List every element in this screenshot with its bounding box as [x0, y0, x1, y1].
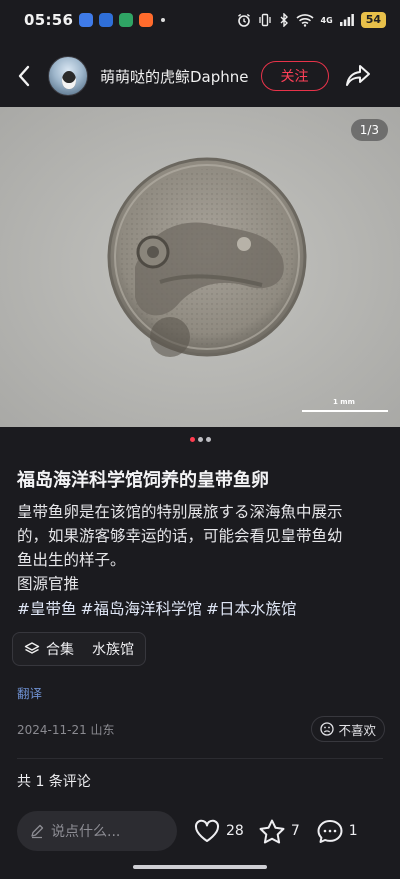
notification-app-icon — [119, 13, 134, 27]
collection-chip[interactable]: 合集 水族馆 — [12, 632, 146, 666]
like-count: 28 — [226, 823, 244, 839]
notification-app-icon — [139, 13, 154, 27]
wifi-icon — [296, 14, 314, 27]
post-image[interactable]: 1/3 1 mm — [0, 107, 400, 427]
favorite-count: 7 — [290, 823, 300, 839]
collection-label: 合集 — [46, 642, 74, 658]
heart-icon — [194, 819, 220, 842]
post-body-line: 鱼出生的样子。 — [17, 551, 126, 569]
post-title: 福岛海洋科学馆饲养的皇带鱼卵 — [17, 470, 269, 491]
carousel-dot-active[interactable] — [189, 437, 195, 442]
chevron-left-icon — [18, 65, 30, 87]
status-bar: 05:56 4G 54 — [0, 0, 400, 40]
alarm-icon — [237, 13, 250, 27]
tag-link[interactable]: #日本水族馆 — [206, 597, 297, 621]
share-button[interactable] — [343, 61, 373, 91]
comment-input-placeholder: 说点什么... — [51, 824, 121, 840]
follow-button[interactable]: 关注 — [260, 61, 329, 91]
pencil-icon — [31, 824, 44, 839]
comment-total: 1 — [348, 823, 358, 839]
chat-bubble-icon — [317, 819, 343, 843]
tag-link[interactable]: #福岛海洋科学馆 — [81, 597, 203, 621]
battery-indicator: 54 — [360, 12, 386, 28]
home-indicator[interactable] — [133, 865, 267, 869]
bluetooth-icon — [280, 13, 288, 27]
status-time: 05:56 — [24, 11, 74, 29]
divider — [17, 758, 383, 759]
more-notifications-dot — [161, 18, 166, 22]
notification-app-icon — [99, 13, 114, 27]
post-body-line: 的，如果游客够幸运的话，可能会看见皇带鱼幼 — [17, 527, 343, 545]
share-icon — [345, 65, 370, 86]
carousel-dot[interactable] — [205, 437, 211, 442]
collection-name: 水族馆 — [92, 642, 134, 658]
carousel-dot[interactable] — [197, 437, 203, 442]
fish-egg-photo — [0, 107, 400, 427]
carousel-dots — [0, 437, 400, 442]
scale-label: 1 mm — [333, 398, 355, 406]
network-type-label: 4G — [320, 15, 333, 25]
status-right: 4G 54 — [237, 12, 386, 28]
notification-app-icon — [79, 13, 94, 27]
post-meta: 2024-11-21 山东 不喜欢 — [17, 716, 385, 742]
tag-link[interactable]: #皇带鱼 — [17, 597, 77, 621]
author-name[interactable]: 萌萌哒的虎鲸Daphne — [100, 66, 249, 87]
image-page-indicator: 1/3 — [350, 119, 388, 141]
translate-link[interactable]: 翻译 — [17, 683, 42, 702]
post-body-line: 皇带鱼卵是在该馆的特别展旅する深海魚中展示 — [17, 503, 343, 521]
vibrate-icon — [258, 13, 271, 27]
bottom-action-bar: 说点什么... 28 7 1 — [0, 806, 400, 856]
tag-list: #皇带鱼 #福岛海洋科学馆 #日本水族馆 — [17, 597, 297, 621]
comment-input[interactable]: 说点什么... — [17, 811, 177, 851]
star-icon — [259, 819, 285, 843]
post-header: 萌萌哒的虎鲸Daphne 关注 — [0, 48, 400, 104]
scale-bar — [302, 410, 388, 412]
post-body-line: 图源官推 — [17, 575, 80, 593]
dislike-label: 不喜欢 — [338, 722, 376, 738]
avatar[interactable] — [48, 56, 88, 96]
post-body: 皇带鱼卵是在该馆的特别展旅する深海魚中展示 的，如果游客够幸运的话，可能会看见皇… — [17, 500, 387, 596]
status-left: 05:56 — [24, 11, 166, 29]
signal-icon — [339, 14, 354, 26]
like-button[interactable]: 28 — [193, 818, 244, 844]
comment-button[interactable]: 1 — [316, 818, 358, 845]
back-button[interactable] — [2, 54, 46, 98]
dislike-button[interactable]: 不喜欢 — [311, 716, 385, 742]
post-date-location: 2024-11-21 山东 — [17, 722, 115, 737]
layers-icon — [24, 642, 40, 654]
sad-face-icon — [320, 722, 335, 736]
favorite-button[interactable]: 7 — [258, 818, 300, 845]
comment-count: 共 1 条评论 — [17, 774, 91, 790]
